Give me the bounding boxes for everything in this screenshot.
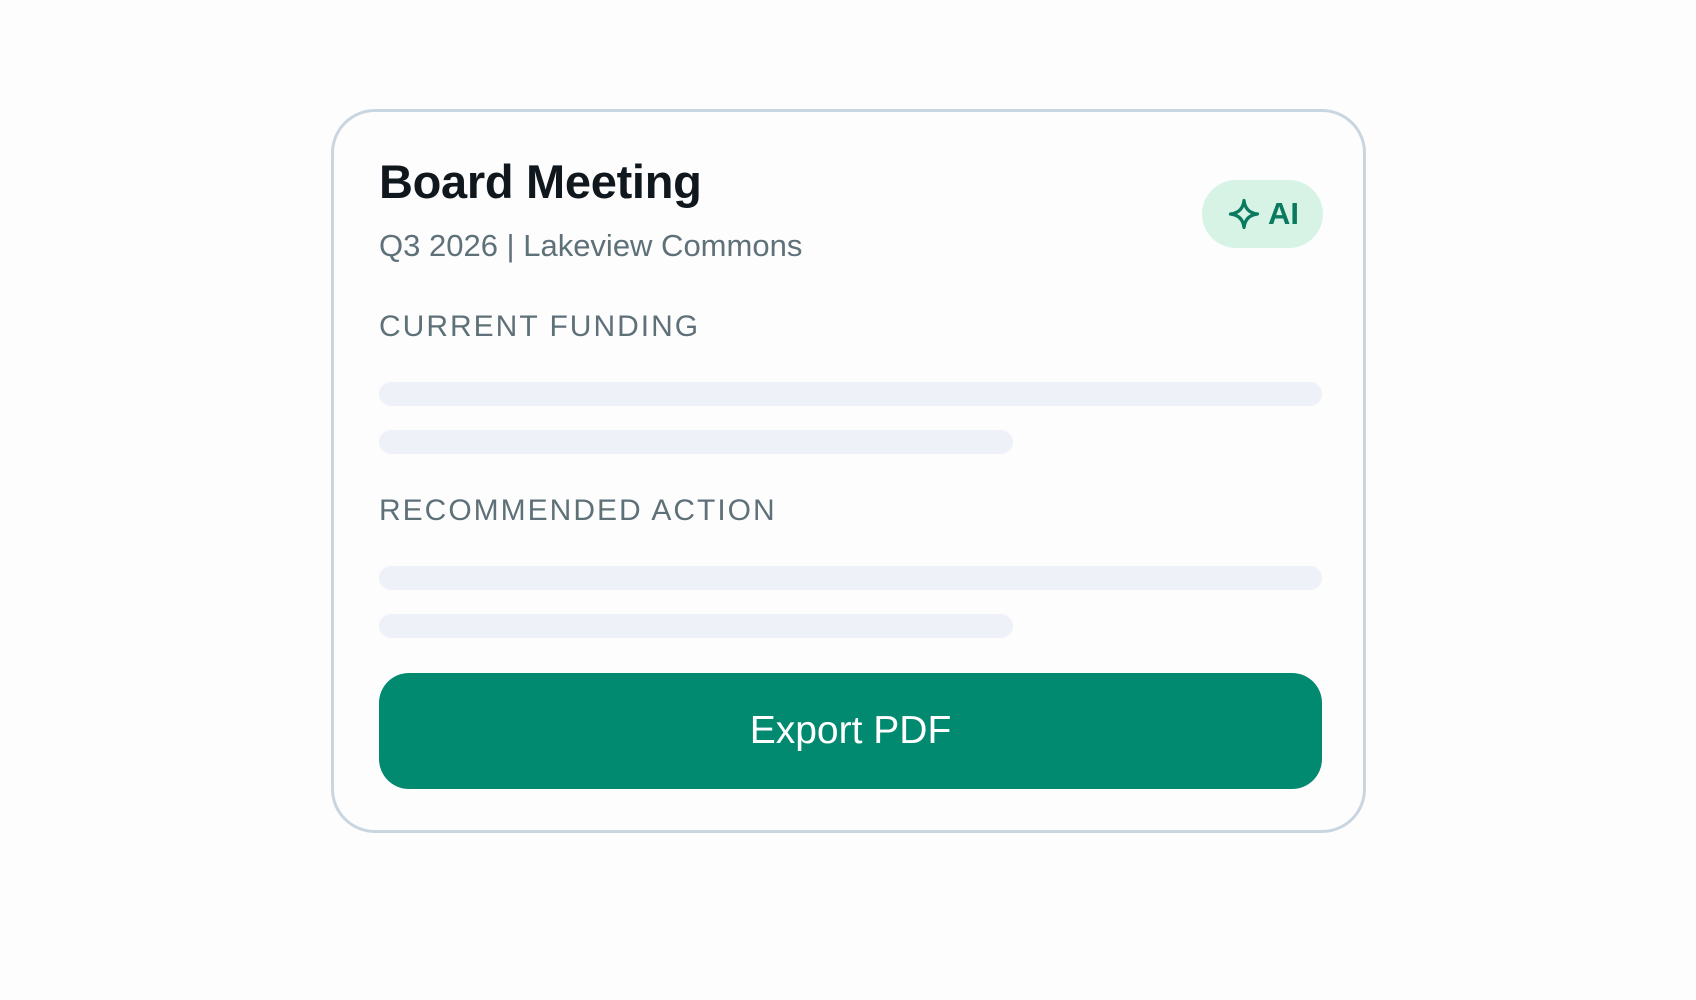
recommended-action-placeholder-line [379,614,1013,638]
current-funding-placeholder-line [379,382,1322,406]
board-meeting-card: Board Meeting Q3 2026 | Lakeview Commons… [331,109,1366,833]
sparkle-icon [1226,196,1262,232]
current-funding-placeholder-line [379,430,1013,454]
recommended-action-placeholder-line [379,566,1322,590]
ai-badge-button[interactable]: AI [1202,180,1323,248]
recommended-action-label: RECOMMENDED ACTION [379,494,777,527]
ai-badge-label: AI [1268,196,1299,231]
card-title: Board Meeting [379,155,702,208]
card-subtitle: Q3 2026 | Lakeview Commons [379,228,803,263]
current-funding-label: CURRENT FUNDING [379,310,701,343]
export-pdf-button[interactable]: Export PDF [379,673,1322,789]
